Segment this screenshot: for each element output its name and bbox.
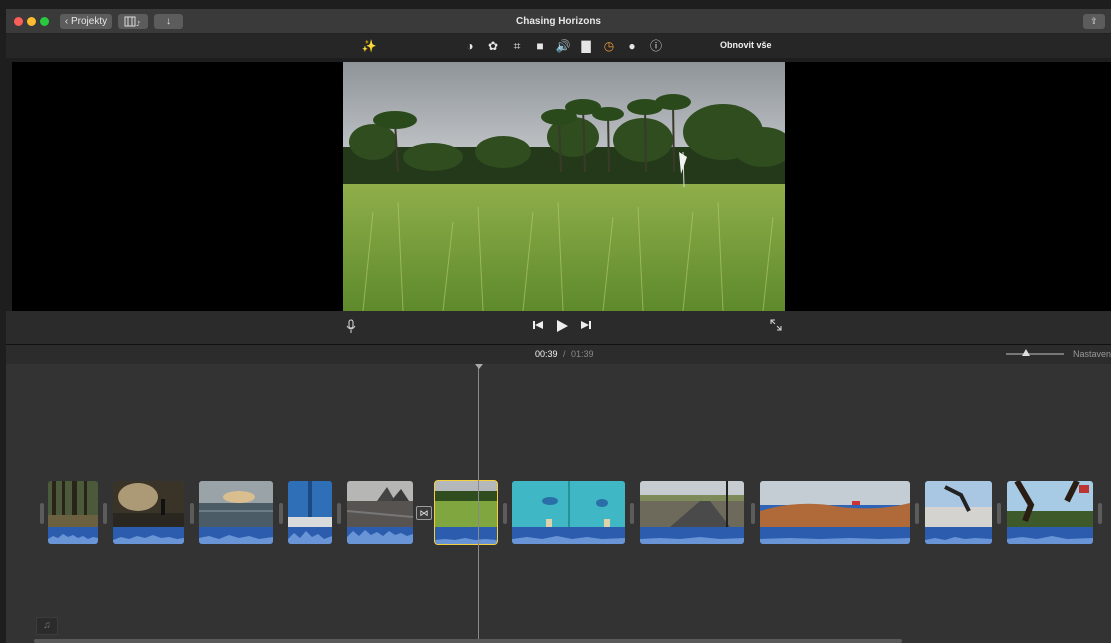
reset-all-button[interactable]: Obnovit vše [720, 40, 772, 50]
playhead-marker[interactable] [475, 364, 483, 369]
clip-trim-handle[interactable] [190, 503, 194, 524]
music-note-icon: ♫ [43, 620, 51, 631]
adjustments-bar: ✨ ◑ ✿ ⌗ ■ 🔊 ▇ ◷ ● ⓘ Obnovit vše [6, 34, 1111, 58]
title-bar: ‹ Projekty ♪ ↓ Chasing Horizons ⇪ [6, 9, 1111, 34]
clip-trim-handle[interactable] [40, 503, 44, 524]
timeline-scrollbar[interactable] [34, 639, 902, 643]
color-correction-icon[interactable]: ✿ [485, 38, 501, 54]
timeline-clip-running-legs[interactable] [1007, 481, 1093, 544]
video-preview [343, 62, 785, 311]
timeline-clip-rocky-beach[interactable] [347, 481, 413, 544]
timeline-clip-skateboard[interactable] [925, 481, 992, 544]
timeline-clip-forest[interactable] [48, 481, 98, 544]
share-button[interactable]: ⇪ [1083, 14, 1105, 29]
skip-forward-icon[interactable] [580, 319, 592, 334]
clip-trim-handle[interactable] [103, 503, 107, 524]
music-well[interactable]: ♫ [36, 617, 58, 635]
clip-trim-handle[interactable] [1098, 503, 1102, 524]
viewer [12, 62, 1111, 311]
timeline[interactable]: ⋈ ♫ [6, 364, 1111, 643]
time-separator: / [563, 349, 566, 359]
timeline-clip-blue-door[interactable] [288, 481, 332, 544]
equalizer-icon[interactable]: ▇ [578, 38, 594, 54]
clip-trim-handle[interactable] [279, 503, 283, 524]
settings-button[interactable]: Nastaven [1073, 349, 1111, 359]
skip-back-icon[interactable] [532, 319, 544, 334]
info-icon[interactable]: ⓘ [648, 38, 664, 54]
color-balance-icon[interactable]: ◑ [462, 38, 478, 54]
current-time: 00:39 [535, 349, 558, 359]
cross-dissolve-icon[interactable]: ⋈ [416, 506, 432, 520]
window-title: Chasing Horizons [515, 16, 601, 27]
microphone-icon[interactable] [346, 319, 356, 337]
timeline-clip-rider-sunlight[interactable] [113, 481, 184, 544]
timeline-clip-rice-field[interactable] [434, 480, 498, 545]
magic-wand-icon[interactable]: ✨ [361, 38, 377, 54]
playback-controls [6, 311, 1111, 344]
clip-filter-icon[interactable]: ● [624, 38, 640, 54]
timeline-clip-ocean-sunset[interactable] [199, 481, 273, 544]
zoom-slider-knob[interactable] [1022, 349, 1030, 356]
share-icon: ⇪ [1090, 16, 1098, 26]
zoom-slider[interactable] [1006, 353, 1064, 355]
timeline-clip-pool-swimmer[interactable] [512, 481, 625, 544]
volume-icon[interactable]: 🔊 [555, 38, 571, 54]
clip-trim-handle[interactable] [997, 503, 1001, 524]
timeline-clip-desert-dunes[interactable] [760, 481, 910, 544]
timeline-clip-road-trip[interactable] [640, 481, 744, 544]
total-time: 01:39 [571, 349, 594, 359]
fullscreen-icon[interactable] [770, 319, 782, 334]
playhead[interactable] [478, 364, 479, 643]
clip-trim-handle[interactable] [751, 503, 755, 524]
clip-trim-handle[interactable] [337, 503, 341, 524]
clip-trim-handle[interactable] [915, 503, 919, 524]
stabilization-icon[interactable]: ■ [532, 38, 548, 54]
speed-icon[interactable]: ◷ [601, 38, 617, 54]
crop-icon[interactable]: ⌗ [509, 38, 525, 54]
clip-trim-handle[interactable] [503, 503, 507, 524]
play-icon[interactable] [555, 319, 569, 336]
timeline-header: 00:39 / 01:39 Nastaven [6, 345, 1111, 364]
clip-trim-handle[interactable] [630, 503, 634, 524]
